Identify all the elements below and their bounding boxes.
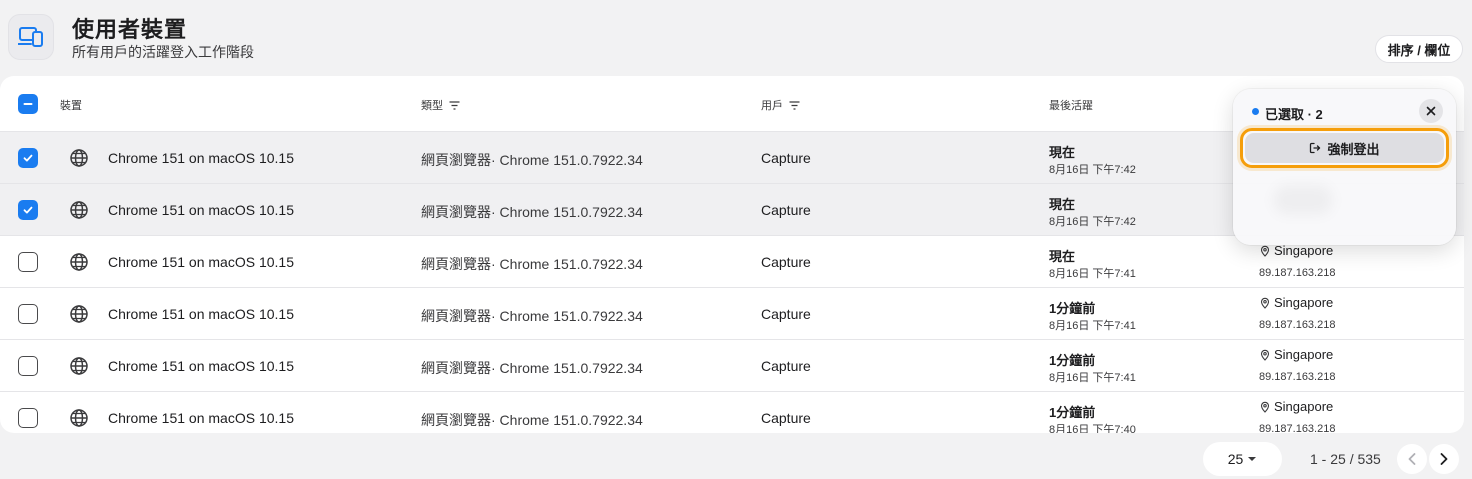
location: Singapore — [1259, 295, 1333, 310]
ip-address: 89.187.163.218 — [1259, 267, 1336, 279]
globe-icon — [70, 357, 88, 375]
chevron-right-icon — [1440, 453, 1448, 465]
location: Singapore — [1259, 243, 1333, 258]
selection-dot — [1252, 108, 1259, 115]
last-activity-time: 8月16日 下午7:40 — [1049, 424, 1136, 433]
device-type: 網頁瀏覽器· Chrome 151.0.7922.34 — [421, 360, 643, 376]
column-header-device: 裝置 — [60, 97, 82, 113]
user-name: Capture — [761, 202, 811, 218]
last-activity-time: 8月16日 下午7:41 — [1049, 372, 1136, 384]
location-pin-icon — [1260, 401, 1270, 413]
globe-icon — [70, 253, 88, 271]
filter-icon[interactable] — [449, 100, 460, 110]
row-checkbox[interactable] — [18, 252, 38, 272]
globe-icon — [70, 149, 88, 167]
ip-address: 89.187.163.218 — [1259, 423, 1336, 433]
location: Singapore — [1259, 347, 1333, 362]
filter-icon[interactable] — [789, 100, 800, 110]
table-row[interactable]: Chrome 151 on macOS 10.15 網頁瀏覽器· Chrome 1… — [0, 392, 1464, 433]
location-pin-icon — [1260, 349, 1270, 361]
last-activity-time: 8月16日 下午7:41 — [1049, 268, 1136, 280]
user-name: Capture — [761, 254, 811, 270]
previous-page-button[interactable] — [1397, 444, 1427, 474]
last-activity: 現在 — [1049, 145, 1076, 160]
row-checkbox[interactable] — [18, 200, 38, 220]
force-logout-label: 強制登出 — [1327, 141, 1380, 157]
last-activity: 現在 — [1049, 197, 1076, 212]
column-label-device: 裝置 — [60, 100, 82, 112]
last-activity: 現在 — [1049, 249, 1076, 264]
device-name: Chrome 151 on macOS 10.15 — [108, 410, 294, 426]
column-header-user[interactable]: 用戶 — [761, 97, 800, 113]
location-label: Singapore — [1274, 295, 1334, 310]
device-type: 網頁瀏覽器· Chrome 151.0.7922.34 — [421, 256, 643, 272]
last-activity: 1分鐘前 — [1049, 405, 1096, 420]
location-label: Singapore — [1274, 243, 1334, 258]
chevron-left-icon — [1408, 453, 1416, 465]
row-checkbox[interactable] — [18, 408, 38, 428]
location-pin-icon — [1260, 297, 1270, 309]
row-checkbox[interactable] — [18, 356, 38, 376]
column-label-type: 類型 — [421, 100, 443, 112]
device-type: 網頁瀏覽器· Chrome 151.0.7922.34 — [421, 308, 643, 324]
device-name: Chrome 151 on macOS 10.15 — [108, 306, 294, 322]
devices-app-icon — [8, 14, 54, 60]
table-row[interactable]: Chrome 151 on macOS 10.15 網頁瀏覽器· Chrome 1… — [0, 340, 1464, 392]
close-popover-button[interactable] — [1419, 99, 1443, 123]
chevron-down-icon — [1248, 457, 1257, 461]
devices-icon — [18, 27, 43, 47]
page-range: 1 - 25 / 535 — [1310, 451, 1381, 467]
page-size-select[interactable]: 25 — [1203, 442, 1282, 476]
ip-address: 89.187.163.218 — [1259, 319, 1336, 331]
next-page-button[interactable] — [1429, 444, 1459, 474]
logout-icon — [1310, 142, 1321, 154]
user-name: Capture — [761, 150, 811, 166]
row-checkbox[interactable] — [18, 304, 38, 324]
select-all-checkbox[interactable] — [18, 94, 38, 114]
sort-columns-button[interactable]: 排序 / 欄位 — [1375, 35, 1463, 63]
device-type: 網頁瀏覽器· Chrome 151.0.7922.34 — [421, 204, 643, 220]
column-header-type[interactable]: 類型 — [421, 97, 460, 113]
selection-count-label: 已選取 · 2 — [1265, 107, 1323, 122]
last-activity: 1分鐘前 — [1049, 301, 1096, 316]
column-label-last-activity: 最後活躍 — [1049, 100, 1093, 112]
location-label: Singapore — [1274, 347, 1334, 362]
popover-backdrop-blur — [1273, 185, 1333, 215]
last-activity: 1分鐘前 — [1049, 353, 1096, 368]
device-name: Chrome 151 on macOS 10.15 — [108, 358, 294, 374]
minus-icon — [23, 103, 33, 105]
location-label: Singapore — [1274, 399, 1334, 414]
last-activity-time: 8月16日 下午7:42 — [1049, 216, 1136, 228]
location-pin-icon — [1260, 245, 1270, 257]
ip-address: 89.187.163.218 — [1259, 371, 1336, 383]
last-activity-time: 8月16日 下午7:42 — [1049, 164, 1136, 176]
globe-icon — [70, 409, 88, 427]
page-size-value: 25 — [1227, 451, 1244, 467]
user-name: Capture — [761, 306, 811, 322]
page-title: 使用者裝置 — [72, 17, 188, 42]
table-row[interactable]: Chrome 151 on macOS 10.15 網頁瀏覽器· Chrome 1… — [0, 288, 1464, 340]
column-label-user: 用戶 — [761, 100, 783, 112]
close-icon — [1426, 106, 1436, 116]
globe-icon — [70, 305, 88, 323]
column-header-last-activity: 最後活躍 — [1049, 97, 1093, 113]
selection-popover: 已選取 · 2 強制登出 — [1233, 89, 1456, 245]
device-name: Chrome 151 on macOS 10.15 — [108, 254, 294, 270]
user-name: Capture — [761, 410, 811, 426]
device-name: Chrome 151 on macOS 10.15 — [108, 150, 294, 166]
row-checkbox[interactable] — [18, 148, 38, 168]
location: Singapore — [1259, 399, 1333, 414]
page-subtitle: 所有用戶的活躍登入工作階段 — [72, 44, 254, 60]
last-activity-time: 8月16日 下午7:41 — [1049, 320, 1136, 332]
check-icon — [23, 206, 33, 214]
device-type: 網頁瀏覽器· Chrome 151.0.7922.34 — [421, 152, 643, 168]
device-type: 網頁瀏覽器· Chrome 151.0.7922.34 — [421, 412, 643, 428]
device-name: Chrome 151 on macOS 10.15 — [108, 202, 294, 218]
force-logout-button[interactable]: 強制登出 — [1245, 133, 1444, 163]
globe-icon — [70, 201, 88, 219]
user-name: Capture — [761, 358, 811, 374]
check-icon — [23, 154, 33, 162]
